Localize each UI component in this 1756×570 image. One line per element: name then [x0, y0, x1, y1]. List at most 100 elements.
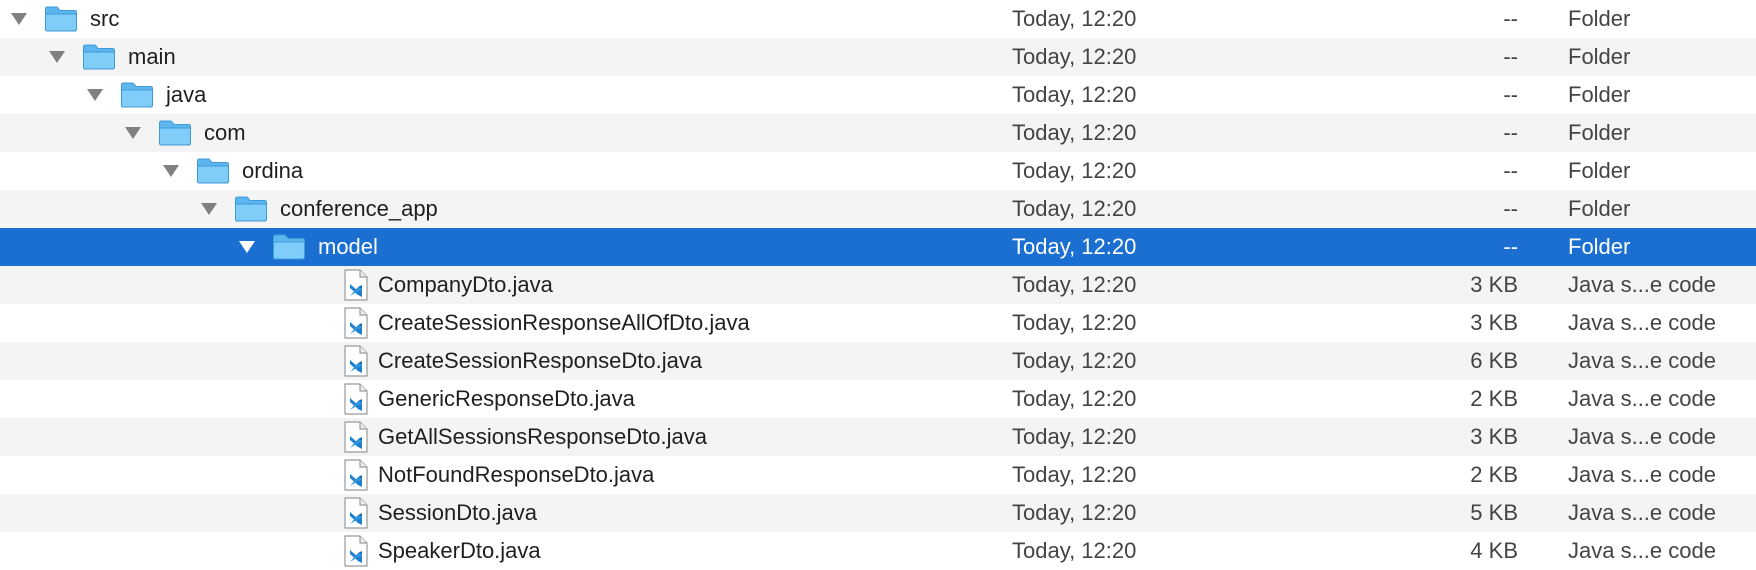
file-row[interactable]: SpeakerDto.java Today, 12:20 4 KB Java s...…	[0, 532, 1756, 570]
folder-row[interactable]: java Today, 12:20 -- Folder	[0, 76, 1756, 114]
date-modified: Today, 12:20	[1012, 234, 1137, 259]
folder-row[interactable]: main Today, 12:20 -- Folder	[0, 38, 1756, 76]
name-cell: model	[236, 228, 378, 266]
file-name: GetAllSessionsResponseDto.java	[378, 424, 707, 449]
file-size: --	[1503, 120, 1518, 145]
date-modified: Today, 12:20	[1012, 82, 1137, 107]
date-modified: Today, 12:20	[1012, 6, 1137, 31]
java-file-icon	[344, 307, 378, 339]
file-size: 4 KB	[1470, 538, 1518, 563]
folder-name: conference_app	[280, 196, 438, 221]
name-cell: src	[8, 0, 119, 38]
file-row[interactable]: CreateSessionResponseDto.java Today, 12:2…	[0, 342, 1756, 380]
date-modified: Today, 12:20	[1012, 500, 1137, 525]
java-file-icon	[344, 269, 378, 301]
file-kind: Folder	[1568, 6, 1631, 31]
name-cell: ordina	[160, 152, 303, 190]
disclosure-triangle-icon[interactable]	[46, 38, 68, 76]
name-cell: java	[84, 76, 206, 114]
file-list: src Today, 12:20 -- Folder main Today, 12:20 -…	[0, 0, 1756, 570]
disclosure-triangle-icon[interactable]	[8, 0, 30, 38]
java-file-icon	[344, 459, 378, 491]
name-cell: SessionDto.java	[344, 494, 537, 532]
name-cell: com	[122, 114, 246, 152]
date-modified: Today, 12:20	[1012, 272, 1137, 297]
java-file-icon	[344, 345, 378, 377]
folder-icon	[82, 44, 128, 70]
file-row[interactable]: SessionDto.java Today, 12:20 5 KB Java s...…	[0, 494, 1756, 532]
date-modified: Today, 12:20	[1012, 196, 1137, 221]
folder-row[interactable]: model Today, 12:20 -- Folder	[0, 228, 1756, 266]
date-modified: Today, 12:20	[1012, 386, 1137, 411]
name-cell: CreateSessionResponseDto.java	[344, 342, 702, 380]
file-name: CompanyDto.java	[378, 272, 553, 297]
name-cell: NotFoundResponseDto.java	[344, 456, 654, 494]
name-cell: conference_app	[198, 190, 438, 228]
file-name: CreateSessionResponseDto.java	[378, 348, 703, 373]
file-size: 3 KB	[1470, 272, 1518, 297]
file-kind: Java s...e code	[1568, 386, 1716, 411]
file-name: CreateSessionResponseAllOfDto.java	[378, 310, 750, 335]
file-kind: Java s...e code	[1568, 538, 1716, 563]
disclosure-triangle-icon[interactable]	[160, 152, 182, 190]
file-size: 6 KB	[1470, 348, 1518, 373]
disclosure-triangle-icon[interactable]	[84, 76, 106, 114]
name-cell: GenericResponseDto.java	[344, 380, 635, 418]
disclosure-triangle-icon[interactable]	[122, 114, 144, 152]
file-name: NotFoundResponseDto.java	[378, 462, 655, 487]
java-file-icon	[344, 383, 378, 415]
file-row[interactable]: CreateSessionResponseAllOfDto.java Today,…	[0, 304, 1756, 342]
file-kind: Java s...e code	[1568, 272, 1716, 297]
file-size: 3 KB	[1470, 310, 1518, 335]
file-kind: Folder	[1568, 234, 1631, 259]
file-kind: Java s...e code	[1568, 424, 1716, 449]
folder-row[interactable]: src Today, 12:20 -- Folder	[0, 0, 1756, 38]
folder-row[interactable]: ordina Today, 12:20 -- Folder	[0, 152, 1756, 190]
name-cell: main	[46, 38, 176, 76]
file-kind: Folder	[1568, 196, 1631, 221]
file-row[interactable]: NotFoundResponseDto.java Today, 12:20 2 KB…	[0, 456, 1756, 494]
name-cell: CreateSessionResponseAllOfDto.java	[344, 304, 750, 342]
file-size: --	[1503, 234, 1518, 259]
folder-icon	[234, 196, 280, 222]
file-kind: Folder	[1568, 158, 1631, 183]
file-size: --	[1503, 44, 1518, 69]
java-file-icon	[344, 421, 378, 453]
folder-row[interactable]: com Today, 12:20 -- Folder	[0, 114, 1756, 152]
folder-row[interactable]: conference_app Today, 12:20 -- Folder	[0, 190, 1756, 228]
file-name: SpeakerDto.java	[378, 538, 541, 563]
file-row[interactable]: CompanyDto.java Today, 12:20 3 KB Java s...…	[0, 266, 1756, 304]
file-kind: Java s...e code	[1568, 310, 1716, 335]
file-size: 3 KB	[1470, 424, 1518, 449]
name-cell: GetAllSessionsResponseDto.java	[344, 418, 707, 456]
folder-name: src	[90, 6, 120, 31]
folder-icon	[196, 158, 242, 184]
file-size: --	[1503, 196, 1518, 221]
date-modified: Today, 12:20	[1012, 462, 1137, 487]
date-modified: Today, 12:20	[1012, 424, 1137, 449]
folder-icon	[44, 6, 90, 32]
folder-icon	[120, 82, 166, 108]
folder-name: main	[128, 44, 176, 69]
name-cell: CompanyDto.java	[344, 266, 553, 304]
disclosure-triangle-icon[interactable]	[198, 190, 220, 228]
file-kind: Folder	[1568, 44, 1631, 69]
date-modified: Today, 12:20	[1012, 44, 1137, 69]
folder-name: model	[318, 234, 378, 259]
file-name: SessionDto.java	[378, 500, 537, 525]
folder-name: ordina	[242, 158, 304, 183]
folder-name: java	[166, 82, 207, 107]
name-cell: SpeakerDto.java	[344, 532, 541, 570]
file-size: 2 KB	[1470, 386, 1518, 411]
date-modified: Today, 12:20	[1012, 538, 1137, 563]
java-file-icon	[344, 535, 378, 567]
disclosure-triangle-icon[interactable]	[236, 228, 258, 266]
file-row[interactable]: GetAllSessionsResponseDto.java Today, 12:…	[0, 418, 1756, 456]
file-kind: Java s...e code	[1568, 462, 1716, 487]
folder-icon	[158, 120, 204, 146]
file-kind: Folder	[1568, 120, 1631, 145]
file-size: --	[1503, 6, 1518, 31]
file-row[interactable]: GenericResponseDto.java Today, 12:20 2 KB J…	[0, 380, 1756, 418]
date-modified: Today, 12:20	[1012, 158, 1137, 183]
folder-name: com	[204, 120, 246, 145]
